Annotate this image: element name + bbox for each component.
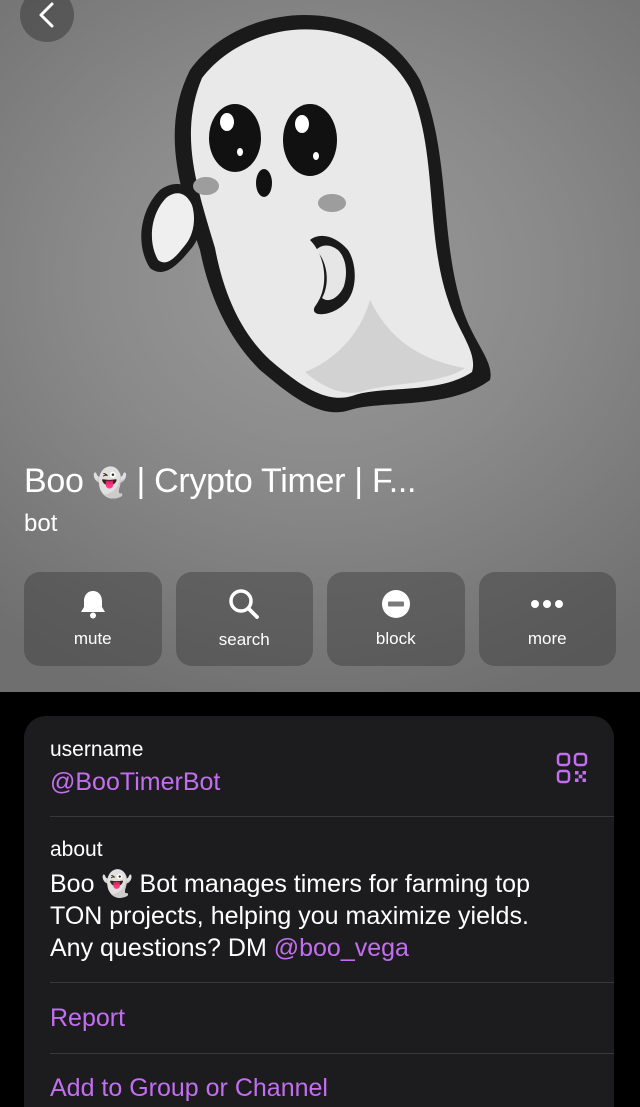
more-label: more (527, 629, 567, 648)
profile-type-label: bot (24, 510, 58, 537)
search-label: search (218, 630, 270, 649)
profile-name-prefix: Boo (24, 462, 84, 500)
about-label: about (50, 838, 103, 861)
about-emoji: 👻 (101, 870, 133, 898)
block-label: block (375, 629, 416, 648)
about-mention-link[interactable]: @boo_vega (274, 934, 409, 962)
bell-icon (80, 591, 105, 619)
about-prefix: Boo (50, 870, 95, 898)
username-label: username (50, 738, 144, 761)
search-icon (229, 589, 260, 619)
divider (50, 1053, 614, 1054)
mute-label: mute (73, 629, 112, 648)
bot-profile-screen: Boo 👻 | Crypto Timer | F... bot mute sea… (0, 0, 640, 1107)
report-button[interactable]: Report (50, 1004, 614, 1033)
block-button[interactable]: block (327, 572, 465, 666)
profile-title: Boo 👻 | Crypto Timer | F... (24, 462, 416, 501)
search-button[interactable]: search (175, 572, 313, 666)
more-button[interactable]: more (478, 572, 616, 666)
about-text: Boo 👻 Bot manages timers for farming top… (50, 868, 570, 964)
qr-code-icon[interactable] (556, 752, 588, 784)
add-to-group-button[interactable]: Add to Group or Channel (50, 1074, 614, 1103)
back-button[interactable] (20, 0, 74, 42)
divider (50, 982, 614, 983)
info-card: username @BooTimerBot about Boo 👻 Bot ma… (24, 716, 614, 1107)
more-dots-icon (531, 600, 564, 608)
profile-name-emoji: 👻 (92, 467, 128, 498)
back-chevron-icon (39, 2, 54, 28)
mute-button[interactable]: mute (24, 572, 162, 666)
ghost-avatar[interactable] (120, 0, 510, 430)
profile-name-suffix: | Crypto Timer | F... (136, 462, 417, 500)
action-bar: mute search block more (24, 572, 616, 666)
profile-header: Boo 👻 | Crypto Timer | F... bot mute sea… (0, 0, 640, 692)
divider (50, 816, 614, 817)
block-icon (381, 590, 410, 618)
username-value[interactable]: @BooTimerBot (50, 768, 614, 797)
